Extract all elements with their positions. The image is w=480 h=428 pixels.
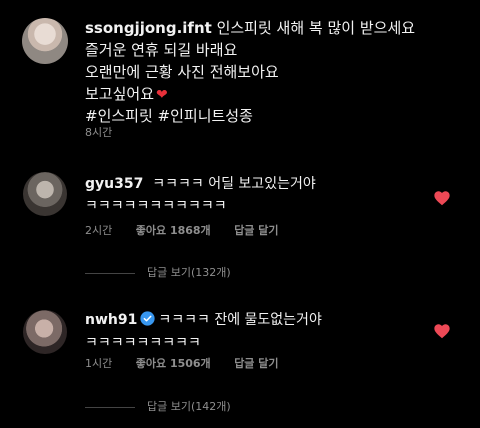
comment-text-line-1: gyu357 ㅋㅋㅋㅋ 어딜 보고있는거야	[85, 173, 316, 193]
view-replies-label: 답글 보기(142개)	[147, 400, 231, 413]
comment-time: 2시간	[85, 224, 113, 237]
comment-text-line-1: nwh91 ㅋㅋㅋㅋ 잔에 물도없는거야	[85, 309, 322, 329]
comment-time: 1시간	[85, 357, 113, 370]
comment-meta: 1시간 좋아요 1506개 답글 달기	[85, 355, 299, 371]
view-replies-button[interactable]: 답글 보기(132개)	[85, 264, 231, 280]
verified-badge-icon	[140, 311, 155, 326]
post-caption-line-4: 보고싶어요 ❤	[85, 83, 168, 104]
comment-text: ㅋㅋㅋㅋ 어딜 보고있는거야	[152, 176, 316, 192]
post-caption-line-3: 오랜만에 근황 사진 전해보아요	[85, 63, 279, 81]
reply-button[interactable]: 답글 달기	[234, 357, 278, 370]
comment-likes[interactable]: 좋아요 1506개	[136, 357, 211, 370]
comment-likes[interactable]: 좋아요 1868개	[136, 224, 211, 237]
post-author-username[interactable]: ssongjjong.ifnt	[85, 19, 212, 37]
comment-avatar-gyu357[interactable]	[23, 172, 67, 216]
comment-username[interactable]: gyu357	[85, 176, 143, 192]
comment-username[interactable]: nwh91	[85, 312, 137, 328]
view-replies-button[interactable]: 답글 보기(142개)	[85, 398, 231, 414]
comment-meta: 2시간 좋아요 1868개 답글 달기	[85, 222, 299, 238]
post-hashtags[interactable]: #인스피릿 #인피니트성종	[85, 105, 253, 126]
like-heart-icon[interactable]	[433, 190, 451, 206]
post-timestamp: 8시간	[85, 126, 113, 139]
comment-text-line-2: ㅋㅋㅋㅋㅋㅋㅋㅋㅋ	[85, 335, 201, 351]
post-caption-line-2: 즐거운 연휴 되길 바래요	[85, 41, 238, 59]
replies-divider	[85, 406, 135, 408]
comment-text-line-2: ㅋㅋㅋㅋㅋㅋㅋㅋㅋㅋㅋ	[85, 198, 227, 214]
comment-text: ㅋㅋㅋㅋ 잔에 물도없는거야	[158, 312, 322, 328]
caption-text: 보고싶어요	[85, 85, 155, 103]
reply-button[interactable]: 답글 달기	[234, 224, 278, 237]
caption-text: 인스피릿 새해 복 많이 받으세요	[216, 19, 416, 37]
view-replies-label: 답글 보기(132개)	[147, 266, 231, 279]
post-caption-line-1: ssongjjong.ifnt 인스피릿 새해 복 많이 받으세요	[85, 17, 415, 38]
heart-emoji-icon: ❤	[156, 87, 168, 103]
like-heart-icon[interactable]	[433, 323, 451, 339]
replies-divider	[85, 272, 135, 274]
post-author-avatar[interactable]	[22, 18, 68, 64]
comment-avatar-nwh91[interactable]	[23, 310, 67, 354]
